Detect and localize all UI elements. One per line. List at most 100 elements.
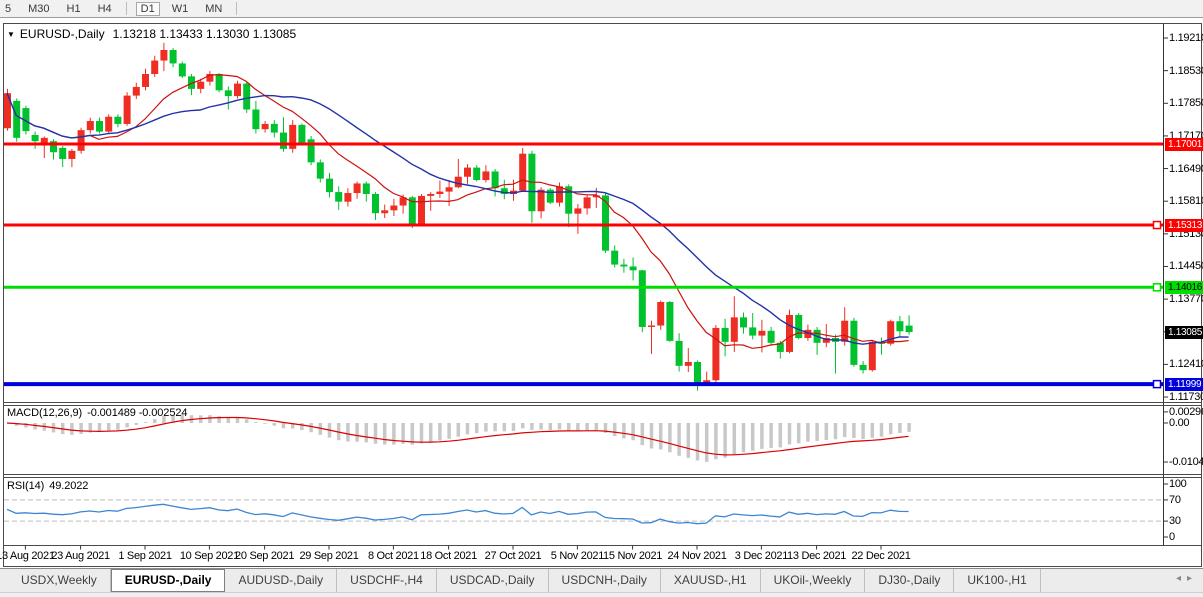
tab-audusd-daily[interactable]: AUDUSD-,Daily: [225, 569, 338, 592]
chart-canvas[interactable]: [0, 0, 1203, 597]
candle-body: [77, 130, 85, 151]
date-label: 27 Oct 2021: [484, 550, 542, 562]
macd-label: MACD(12,26,9) -0.001489 -0.002524: [7, 407, 187, 419]
candle-body: [178, 63, 186, 77]
candle-body: [896, 321, 904, 332]
chart-title: ▼ EURUSD-,Daily 1.13218 1.13433 1.13030 1.…: [7, 27, 296, 41]
price-tick-label: 1.17850: [1169, 97, 1203, 110]
tab-scroll-left-icon[interactable]: ◂: [1176, 573, 1187, 584]
hline-price-badge: 1.11999: [1165, 377, 1203, 391]
candle-body: [234, 83, 241, 97]
candle-body: [749, 327, 757, 336]
candle-body: [657, 302, 665, 326]
candle-body: [666, 302, 674, 341]
candle-body: [445, 187, 453, 192]
rsi-label: RSI(14) 49.2022: [7, 480, 88, 492]
candle-body: [730, 317, 738, 342]
macd-title: MACD(12,26,9): [7, 407, 83, 419]
price-tick-label: 1.15810: [1169, 195, 1203, 208]
tab-ukoil-weekly[interactable]: UKOil-,Weekly: [761, 569, 866, 592]
candle-body: [427, 194, 435, 196]
macd-tick-label: -0.01042: [1169, 456, 1203, 469]
macd-pane[interactable]: [6, 414, 911, 462]
tab-eurusd-daily[interactable]: EURUSD-,Daily: [110, 569, 226, 592]
candle-body: [905, 325, 913, 332]
candle-body: [786, 314, 793, 352]
candle-body: [611, 250, 619, 265]
candle-body: [59, 147, 67, 159]
candle-body: [13, 100, 21, 138]
tab-xauusd-h1[interactable]: XAUUSD-,H1: [661, 569, 761, 592]
macd-tick-label: 0.00: [1169, 417, 1190, 429]
candle-body: [767, 330, 775, 343]
candle-body: [270, 123, 278, 133]
chart-symbol-period: EURUSD-,Daily: [19, 27, 105, 41]
chart-dropdown-icon: ▼: [7, 30, 15, 39]
candle-body: [684, 362, 692, 366]
tab-usdchf-h4[interactable]: USDCHF-,H4: [337, 569, 437, 592]
candle-body: [280, 132, 287, 149]
rsi-tick-label: 70: [1169, 493, 1181, 506]
tab-usdcnh-daily[interactable]: USDCNH-,Daily: [549, 569, 661, 592]
candle-body: [114, 116, 122, 124]
tab-dj30-daily[interactable]: DJ30-,Daily: [865, 569, 955, 592]
tab-uk100-h1[interactable]: UK100-,H1: [954, 569, 1041, 592]
candle-body: [326, 178, 333, 193]
candle-body: [151, 60, 159, 74]
rsi-pane[interactable]: [4, 499, 1164, 525]
rsi-tick-label: 0: [1169, 531, 1175, 543]
main-pane[interactable]: [4, 42, 1164, 391]
candlestick-series: [4, 42, 913, 391]
candle-body: [86, 121, 94, 131]
hline-price-badge: 1.17001: [1165, 137, 1203, 151]
candle-body: [436, 191, 444, 194]
candle-body: [482, 171, 490, 181]
date-label: 23 Aug 2021: [51, 550, 110, 562]
rsi-title: RSI(14): [7, 480, 45, 492]
candle-body: [868, 341, 876, 371]
price-tick-label: 1.13770: [1169, 293, 1203, 306]
chart-outer-frame: [3, 23, 1202, 567]
tab-scroll-right-icon[interactable]: ▸: [1187, 573, 1198, 584]
price-tick-label: 1.14450: [1169, 260, 1203, 273]
candle-body: [454, 176, 462, 188]
candle-body: [648, 325, 655, 327]
candle-body: [105, 116, 113, 132]
price-tick-label: 1.11730: [1169, 391, 1203, 404]
date-label: 13 Dec 2021: [787, 550, 847, 562]
macd-values: -0.001489 -0.002524: [87, 407, 188, 419]
symbol-tabbar: USDX,Weekly EURUSD-,Daily AUDUSD-,Daily USD…: [0, 568, 1203, 592]
tab-usdx-weekly[interactable]: USDX,Weekly: [8, 569, 111, 592]
candle-body: [243, 83, 251, 110]
candle-body: [96, 121, 103, 132]
candle-body: [362, 183, 370, 194]
rsi-tick-label: 100: [1169, 478, 1187, 490]
candle-body: [491, 171, 499, 189]
hline-handle[interactable]: [1152, 283, 1162, 292]
candle-body: [381, 210, 389, 214]
horizontal-level-lines[interactable]: [4, 142, 1164, 389]
date-label: 5 Nov 2021: [550, 550, 605, 562]
date-label: 10 Sep 2021: [179, 550, 239, 562]
candle-body: [859, 364, 867, 371]
candle-body: [629, 266, 637, 271]
candle-body: [252, 109, 260, 130]
date-label: 24 Nov 2021: [667, 550, 727, 562]
tab-scroll-arrows: ◂▸: [1176, 573, 1198, 584]
hline-handle[interactable]: [1152, 379, 1162, 389]
hline-price-badge: 1.15313: [1165, 218, 1203, 232]
hline-handle[interactable]: [1152, 220, 1162, 230]
candle-body: [298, 124, 306, 143]
ma-line-21: [6, 92, 909, 345]
rsi-tick-label: 30: [1169, 515, 1181, 528]
candle-body: [142, 74, 149, 87]
tab-usdcad-daily[interactable]: USDCAD-,Daily: [437, 569, 549, 592]
rsi-value: 49.2022: [49, 480, 89, 492]
candle-body: [675, 340, 683, 366]
price-tick-label: 1.18530: [1169, 64, 1203, 77]
candle-body: [353, 183, 361, 194]
date-label: 29 Sep 2021: [299, 550, 359, 562]
date-label: 15 Nov 2021: [603, 550, 663, 562]
candle-body: [4, 93, 11, 129]
candle-body: [740, 317, 747, 328]
